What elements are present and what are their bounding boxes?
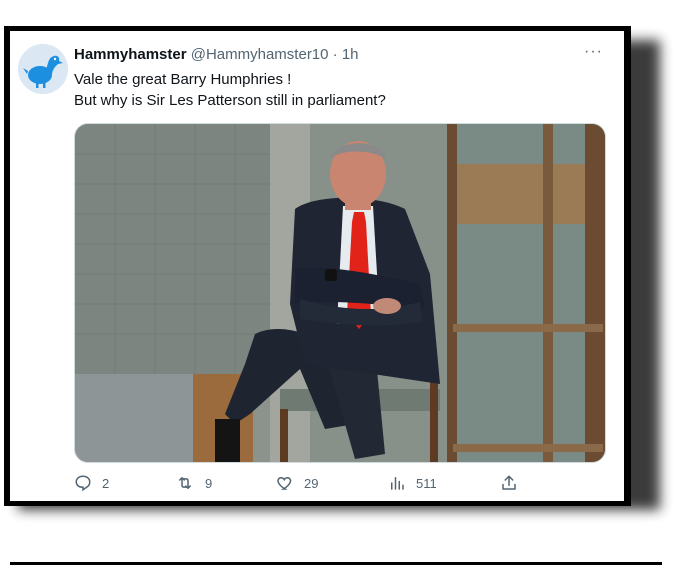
separator-dot: · [332, 46, 338, 63]
dodo-avatar-icon [18, 44, 68, 94]
timestamp[interactable]: 1h [342, 46, 359, 63]
like-icon [277, 476, 292, 490]
like-count: 29 [304, 475, 319, 491]
tweet-text-line2: But why is Sir Les Patterson still in pa… [74, 92, 386, 109]
more-icon[interactable]: ··· [584, 43, 603, 61]
avatar[interactable] [18, 44, 68, 94]
tweet-header: Hammyhamster @Hammyhamster10 · 1h [74, 45, 359, 65]
views-icon [391, 477, 404, 490]
tweet-actions: 2 9 29 511 [74, 471, 574, 495]
user-handle[interactable]: @Hammyhamster10 [191, 46, 329, 63]
tweet-text: Vale the great Barry Humphries ! But why… [74, 69, 386, 111]
bottom-rule [10, 562, 662, 565]
retweet-icon [179, 477, 191, 489]
photo-man-seated-arms-crossed [75, 124, 605, 462]
reply-count: 2 [102, 475, 110, 491]
reply-action[interactable]: 2 [74, 471, 109, 495]
retweet-action[interactable]: 9 [175, 471, 212, 495]
like-action[interactable]: 29 [276, 471, 318, 495]
retweet-count: 9 [205, 475, 213, 491]
tweet-card[interactable]: Hammyhamster @Hammyhamster10 · 1h ··· Va… [10, 31, 624, 501]
display-name[interactable]: Hammyhamster [74, 46, 187, 63]
tweet-text-line1: Vale the great Barry Humphries ! [74, 71, 292, 88]
view-count: 511 [416, 475, 437, 491]
reply-icon [75, 475, 91, 492]
views-action[interactable]: 511 [388, 471, 437, 495]
share-action[interactable] [500, 471, 518, 495]
share-icon [502, 475, 516, 490]
tweet-photo[interactable] [74, 123, 606, 463]
